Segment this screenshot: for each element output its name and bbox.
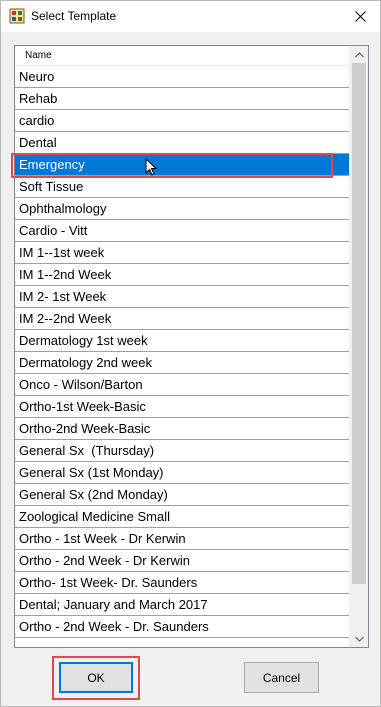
list-item[interactable]: Dermatology 1st week — [15, 330, 349, 352]
list-item[interactable]: IM 1--2nd Week — [15, 264, 349, 286]
list-item[interactable]: Dental; January and March 2017 — [15, 594, 349, 616]
vertical-scrollbar[interactable] — [349, 46, 368, 647]
list-item[interactable]: Ortho - 2nd Week - Dr. Saunders — [15, 616, 349, 638]
list-item[interactable]: IM 2- 1st Week — [15, 286, 349, 308]
list-item[interactable]: Zoological Medicine Small — [15, 506, 349, 528]
window-title: Select Template — [31, 9, 117, 23]
list-item[interactable]: Onco - Wilson/Barton — [15, 374, 349, 396]
select-template-dialog: Select Template Name Neuro Rehab cardio Den… — [0, 0, 381, 707]
list-item[interactable]: IM 2--2nd Week — [15, 308, 349, 330]
close-icon — [354, 11, 366, 22]
list-item[interactable]: IM 1--1st week — [15, 242, 349, 264]
list-item[interactable]: Dental — [15, 132, 349, 154]
cancel-button[interactable]: Cancel — [244, 662, 319, 693]
list-item[interactable]: General Sx (Thursday) — [15, 440, 349, 462]
app-icon — [9, 8, 25, 24]
list-item[interactable]: Ortho- 1st Week- Dr. Saunders — [15, 572, 349, 594]
list-item[interactable]: Rehab — [15, 88, 349, 110]
list-item[interactable]: cardio — [15, 110, 349, 132]
list-item[interactable]: General Sx (2nd Monday) — [15, 484, 349, 506]
list-item[interactable]: Soft Tissue — [15, 176, 349, 198]
list-item[interactable]: Ophthalmology — [15, 198, 349, 220]
scrollbar-thumb[interactable] — [352, 63, 366, 584]
chevron-down-icon — [354, 636, 364, 642]
list-item[interactable]: General Sx (1st Monday) — [15, 462, 349, 484]
scroll-up-button[interactable] — [350, 46, 368, 63]
title-bar[interactable]: Select Template — [1, 1, 380, 32]
list-item[interactable]: Ortho - 1st Week - Dr Kerwin — [15, 528, 349, 550]
ok-button[interactable]: OK — [59, 662, 133, 693]
mouse-cursor-icon — [145, 158, 158, 176]
chevron-up-icon — [354, 51, 364, 57]
list-item[interactable]: Ortho-2nd Week-Basic — [15, 418, 349, 440]
list-item[interactable]: Dermatology 2nd week — [15, 352, 349, 374]
list-item[interactable]: Ortho - 2nd Week - Dr Kerwin — [15, 550, 349, 572]
column-header-label: Name — [25, 50, 52, 61]
list-item[interactable]: Neuro — [15, 66, 349, 88]
template-list[interactable]: Name Neuro Rehab cardio Dental Emergency Soft… — [14, 45, 369, 648]
close-button[interactable] — [340, 1, 380, 32]
template-rows: Neuro Rehab cardio Dental Emergency Soft Tiss… — [15, 66, 349, 638]
list-item[interactable]: Cardio - Vitt — [15, 220, 349, 242]
scroll-down-button[interactable] — [350, 630, 368, 647]
list-item[interactable]: Emergency — [15, 154, 349, 176]
column-header-name[interactable]: Name — [15, 46, 349, 66]
list-item[interactable]: Ortho-1st Week-Basic — [15, 396, 349, 418]
